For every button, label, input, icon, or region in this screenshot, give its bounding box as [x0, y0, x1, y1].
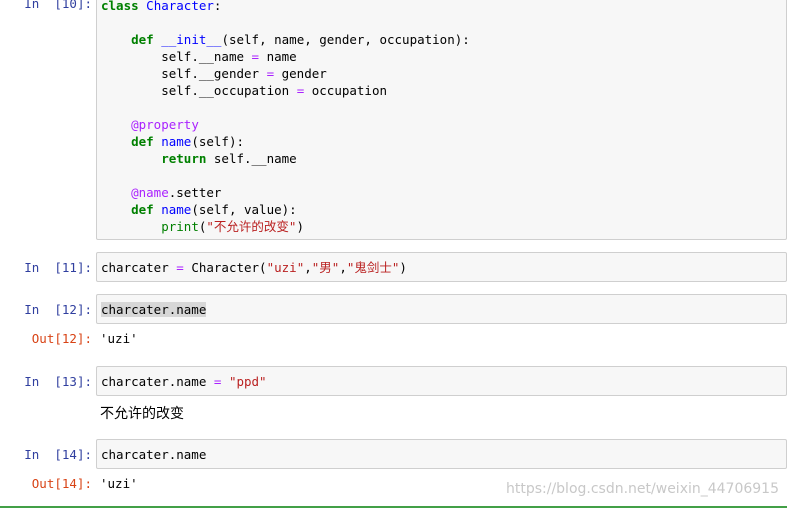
builtin: print	[161, 219, 199, 234]
code-text: self.__gender	[161, 66, 267, 81]
code-text: .setter	[168, 185, 222, 200]
code-cell-14[interactable]: charcater.name	[96, 439, 787, 469]
code-text: Character(	[183, 260, 267, 275]
code-text: (self, value):	[191, 202, 297, 217]
class-name: Character	[146, 0, 214, 13]
kw: def	[131, 32, 154, 47]
op: =	[176, 260, 184, 275]
op: =	[266, 66, 275, 81]
code-text-selected: charcater.name	[101, 302, 207, 317]
code-cell-10[interactable]: class Character: def __init__(self, name…	[96, 0, 787, 240]
code-cell-11[interactable]: charcater = Character("uzi","男","鬼剑士")	[96, 252, 787, 282]
code-editor-10[interactable]: class Character: def __init__(self, name…	[97, 0, 786, 235]
stdout-13: 不允许的改变	[100, 406, 184, 422]
code-text: charcater	[101, 260, 177, 275]
code-text: self.__name	[161, 49, 252, 64]
string: "男"	[311, 260, 340, 275]
code-text: charcater.name	[101, 374, 214, 389]
code-cell-12[interactable]: charcater.name	[96, 294, 787, 324]
code-editor-11[interactable]: charcater = Character("uzi","男","鬼剑士")	[97, 253, 786, 276]
string: "ppd"	[228, 374, 267, 389]
in-prompt-10: In [10]:	[24, 0, 92, 11]
code-text: self.__name	[206, 151, 297, 166]
code-text: name	[259, 49, 297, 64]
code-text: (self, name, gender, occupation):	[221, 32, 470, 47]
code-editor-13[interactable]: charcater.name = "ppd"	[97, 367, 786, 390]
output-12: 'uzi'	[100, 331, 138, 346]
out-prompt-12: Out[12]:	[31, 331, 92, 346]
code-text: charcater.name	[101, 447, 207, 462]
in-prompt-13: In [13]:	[24, 374, 92, 389]
string: "uzi"	[266, 260, 305, 275]
func-name: __init__	[161, 32, 222, 47]
func-name: name	[161, 134, 192, 149]
in-prompt-14: In [14]:	[24, 447, 92, 462]
kw: def	[131, 202, 154, 217]
kw: return	[161, 151, 207, 166]
code-text: (self):	[191, 134, 245, 149]
kw: def	[131, 134, 154, 149]
decorator: @name	[131, 185, 169, 200]
code-editor-12[interactable]: charcater.name	[97, 295, 786, 318]
code-cell-13[interactable]: charcater.name = "ppd"	[96, 366, 787, 396]
in-prompt-11: In [11]:	[24, 260, 92, 275]
string: "鬼剑士"	[346, 260, 400, 275]
kw: class	[101, 0, 139, 13]
code-text: )	[399, 260, 407, 275]
string: "不允许的改变"	[206, 219, 297, 234]
out-prompt-14: Out[14]:	[31, 476, 92, 491]
output-14: 'uzi'	[100, 476, 138, 491]
code-text: ,	[339, 260, 347, 275]
code-text: occupation	[304, 83, 388, 98]
code-editor-14[interactable]: charcater.name	[97, 440, 786, 463]
func-name: name	[161, 202, 192, 217]
in-prompt-12: In [12]:	[24, 302, 92, 317]
decorator: @property	[131, 117, 199, 132]
code-text: )	[296, 219, 304, 234]
watermark: https://blog.csdn.net/weixin_44706915	[505, 481, 779, 497]
code-text: ,	[304, 260, 312, 275]
code-text: self.__occupation	[161, 83, 297, 98]
code-text: :	[213, 0, 222, 13]
op: =	[251, 49, 260, 64]
code-text: gender	[274, 66, 327, 81]
